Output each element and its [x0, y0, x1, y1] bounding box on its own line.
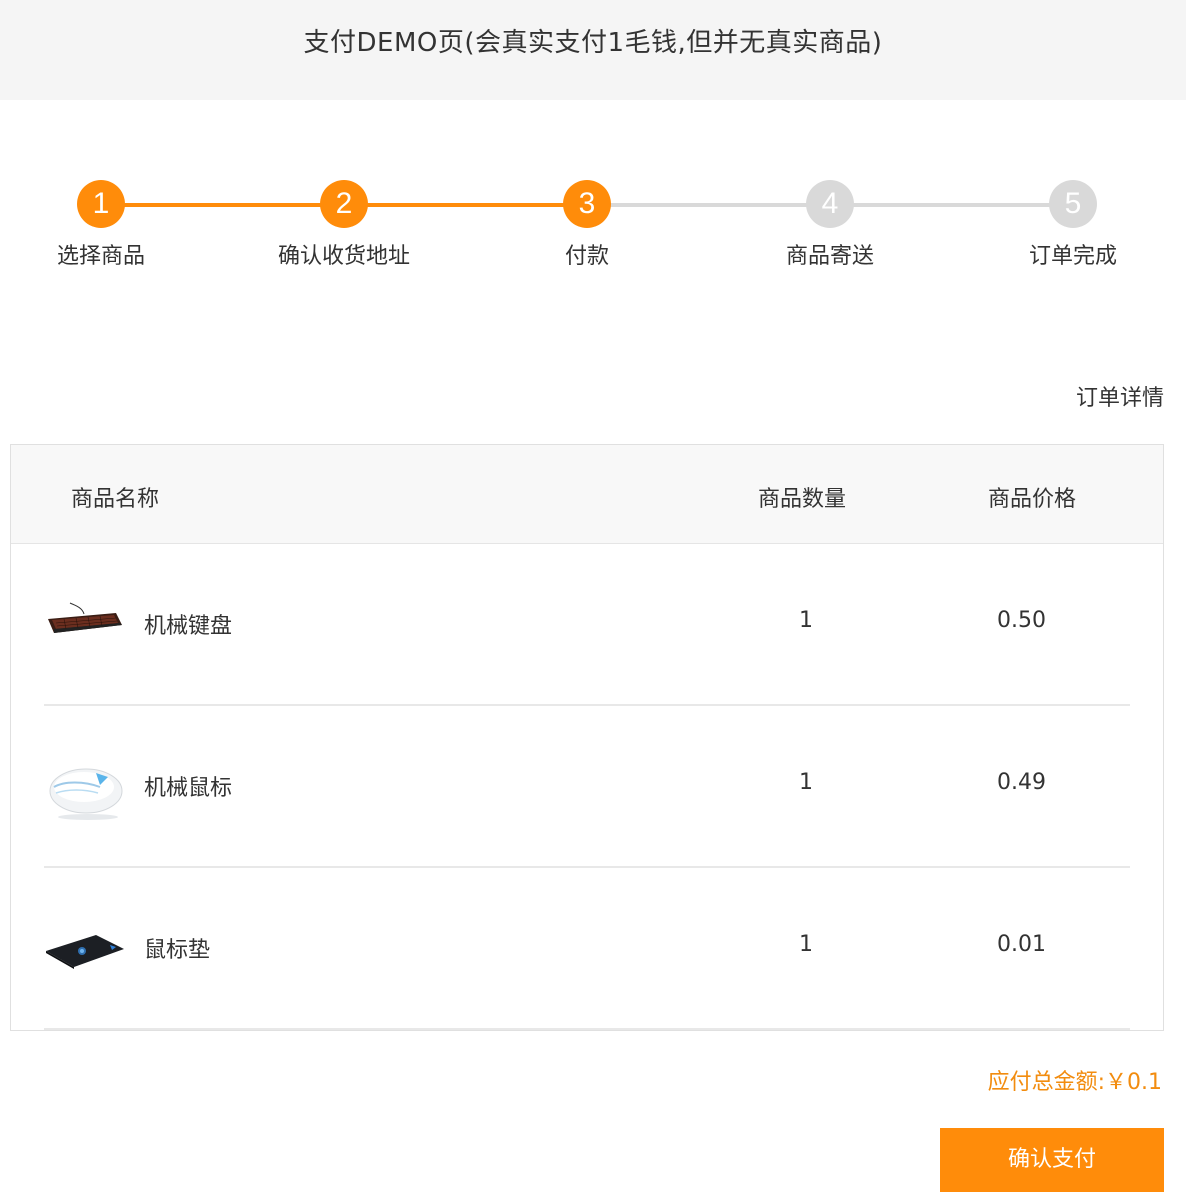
step-select-goods: 1 选择商品 [1, 180, 201, 270]
step-number-badge: 3 [563, 180, 611, 228]
total-amount: 应付总金额:￥0.1 [988, 1064, 1162, 1096]
step-number-badge: 5 [1049, 180, 1097, 228]
item-name: 鼠标垫 [144, 938, 211, 963]
step-label: 订单完成 [1028, 244, 1117, 269]
page-header: 支付DEMO页(会真实支付1毛钱,但并无真实商品) [0, 0, 1186, 100]
table-row: 机械鼠标 1 0.49 [44, 706, 1130, 868]
step-number-badge: 2 [320, 180, 368, 228]
step-shipping: 4 商品寄送 [730, 180, 930, 270]
step-payment: 3 付款 [487, 180, 687, 270]
total-label: 应付总金额: [987, 1070, 1105, 1095]
page-title: 支付DEMO页(会真实支付1毛钱,但并无真实商品) [303, 28, 883, 58]
column-header-price: 商品价格 [988, 487, 1077, 512]
item-quantity: 1 [799, 608, 813, 633]
keyboard-thumb [44, 585, 124, 665]
step-label: 选择商品 [56, 244, 145, 269]
column-header-name: 商品名称 [71, 487, 160, 512]
step-number-badge: 1 [77, 180, 125, 228]
item-quantity: 1 [799, 932, 813, 957]
item-name: 机械鼠标 [144, 776, 233, 801]
progress-steps: 1 选择商品 2 确认收货地址 3 付款 4 商品寄送 5 订单完成 [0, 150, 1186, 290]
item-price: 0.50 [997, 608, 1046, 633]
total-value: ￥0.1 [1105, 1070, 1162, 1095]
order-table: 商品名称 商品数量 商品价格 机械键盘 1 0.50 机械鼠标 1 0.49 鼠… [10, 444, 1164, 1031]
step-label: 商品寄送 [785, 244, 874, 269]
table-row: 鼠标垫 1 0.01 [44, 868, 1130, 1030]
table-row: 机械键盘 1 0.50 [44, 544, 1130, 706]
mouse-thumb [44, 747, 124, 827]
step-order-complete: 5 订单完成 [973, 180, 1173, 270]
item-price: 0.01 [997, 932, 1046, 957]
item-price: 0.49 [997, 770, 1046, 795]
confirm-pay-button[interactable]: 确认支付 [940, 1128, 1164, 1192]
table-header: 商品名称 商品数量 商品价格 [11, 445, 1163, 544]
step-label: 付款 [564, 244, 609, 269]
item-quantity: 1 [799, 770, 813, 795]
step-number-badge: 4 [806, 180, 854, 228]
step-confirm-address: 2 确认收货地址 [244, 180, 444, 270]
step-label: 确认收货地址 [277, 244, 410, 269]
item-name: 机械键盘 [144, 614, 233, 639]
column-header-quantity: 商品数量 [758, 487, 847, 512]
order-detail-label: 订单详情 [1075, 386, 1164, 411]
mousepad-thumb [44, 909, 124, 989]
